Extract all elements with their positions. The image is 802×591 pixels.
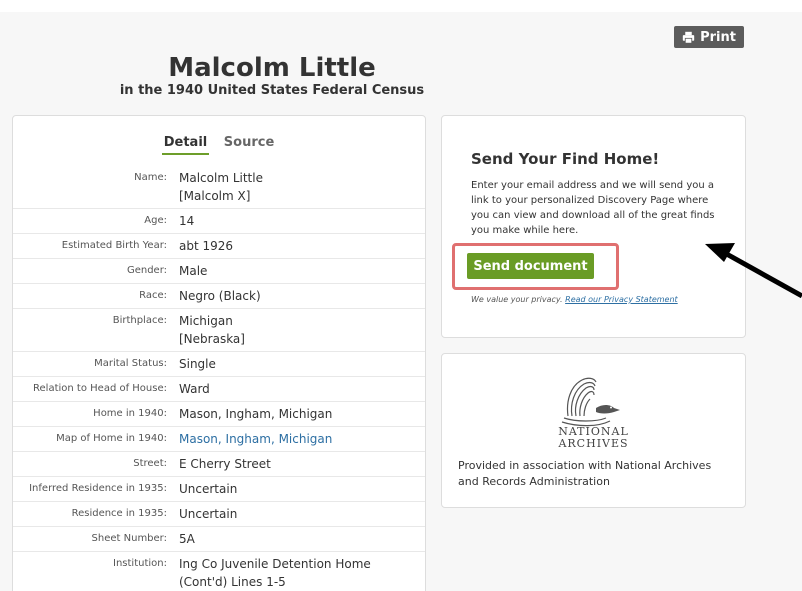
annotation-arrow-icon: [705, 243, 802, 299]
page: Print Malcolm Little in the 1940 United …: [0, 0, 802, 591]
